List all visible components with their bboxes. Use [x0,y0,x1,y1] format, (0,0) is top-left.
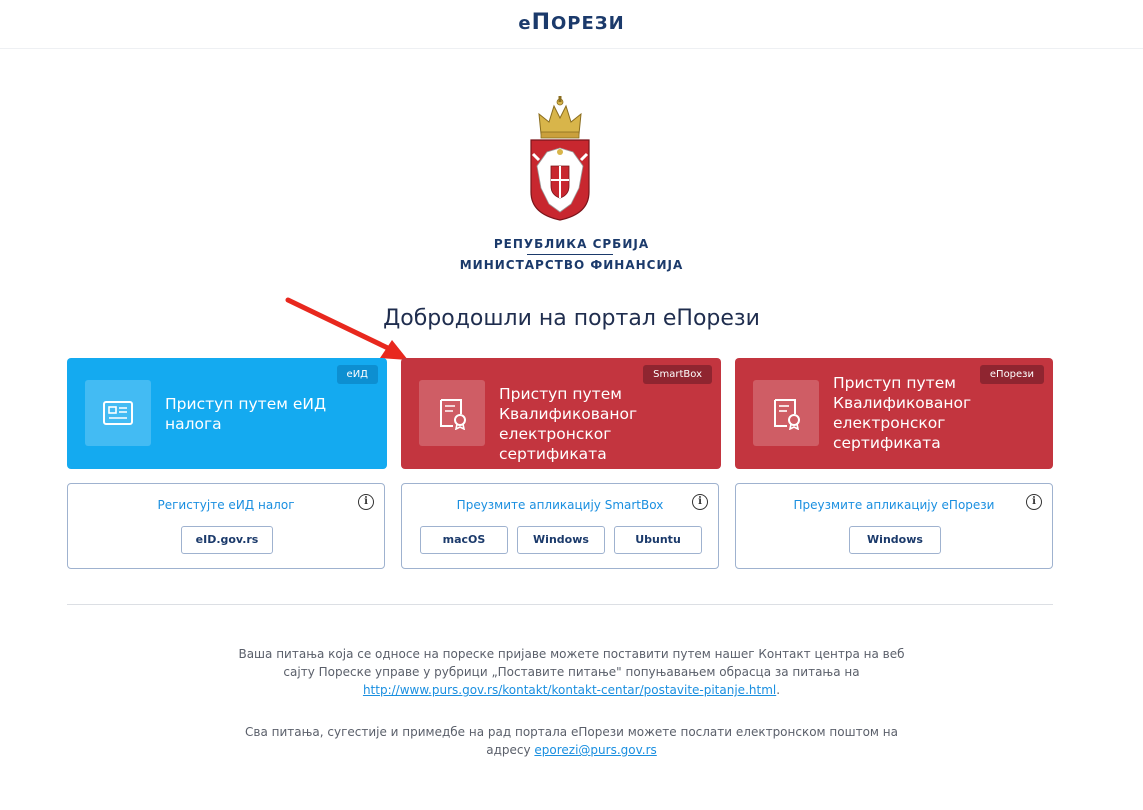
smartbox-login-card[interactable]: Приступ путем Квалификованог електронско… [401,358,721,469]
card-title: Приступ путем Квалификованог електронско… [833,374,972,452]
email-paragraph: Сва питања, сугестије и примедбе на рад … [245,725,898,757]
card-badge: SmartBox [643,365,712,384]
certificate-icon [753,380,819,446]
id-card-icon [85,380,151,446]
footer-divider [67,604,1053,605]
email-link[interactable]: eporezi@purs.gov.rs [534,743,656,757]
eporezi-download-panel: Преузмите апликацију еПорези i Windows [735,483,1053,569]
contact-paragraph: Ваша питања која се односе на пореске пр… [238,647,905,697]
coat-of-arms-icon [530,96,590,221]
card-badge: еИД [336,365,378,384]
card-title: Приступ путем еИД налога [165,395,327,433]
eid-gov-button[interactable]: eID.gov.rs [181,526,273,554]
info-icon[interactable]: i [358,494,374,510]
page-title: Добродошли на портал еПорези [383,306,760,331]
ubuntu-download-button[interactable]: Ubuntu [614,526,702,554]
eid-register-panel: Регистујте еИД налог i eID.gov.rs [67,483,385,569]
contact-center-link[interactable]: http://www.purs.gov.rs/kontakt/kontakt-c… [363,683,776,697]
certificate-icon [419,380,485,446]
org-divider [527,254,613,255]
smartbox-download-panel: Преузмите апликацију SmartBox i macOS Wi… [401,483,719,569]
download-eporezi-link[interactable]: Преузмите апликацију еПорези [736,498,1052,512]
card-title: Приступ путем Квалификованог електронско… [499,385,638,463]
org-name-republic: Република Србија [493,237,650,251]
org-name-ministry: Министарство финансија [459,258,684,272]
eporezi-windows-button[interactable]: Windows [849,526,941,554]
register-eid-link[interactable]: Регистујте еИД налог [68,498,384,512]
macos-download-button[interactable]: macOS [420,526,508,554]
eid-login-card[interactable]: Приступ путем еИД налога еИД [67,358,387,469]
info-icon[interactable]: i [1026,494,1042,510]
windows-download-button[interactable]: Windows [517,526,605,554]
download-smartbox-link[interactable]: Преузмите апликацију SmartBox [402,498,718,512]
brand-logo[interactable]: еПОРЕЗИ [0,10,1143,35]
info-icon[interactable]: i [692,494,708,510]
eporezi-login-card[interactable]: Приступ путем Квалификованог електронско… [735,358,1053,469]
top-bar: еПОРЕЗИ [0,0,1143,49]
card-badge: еПорези [979,365,1044,384]
